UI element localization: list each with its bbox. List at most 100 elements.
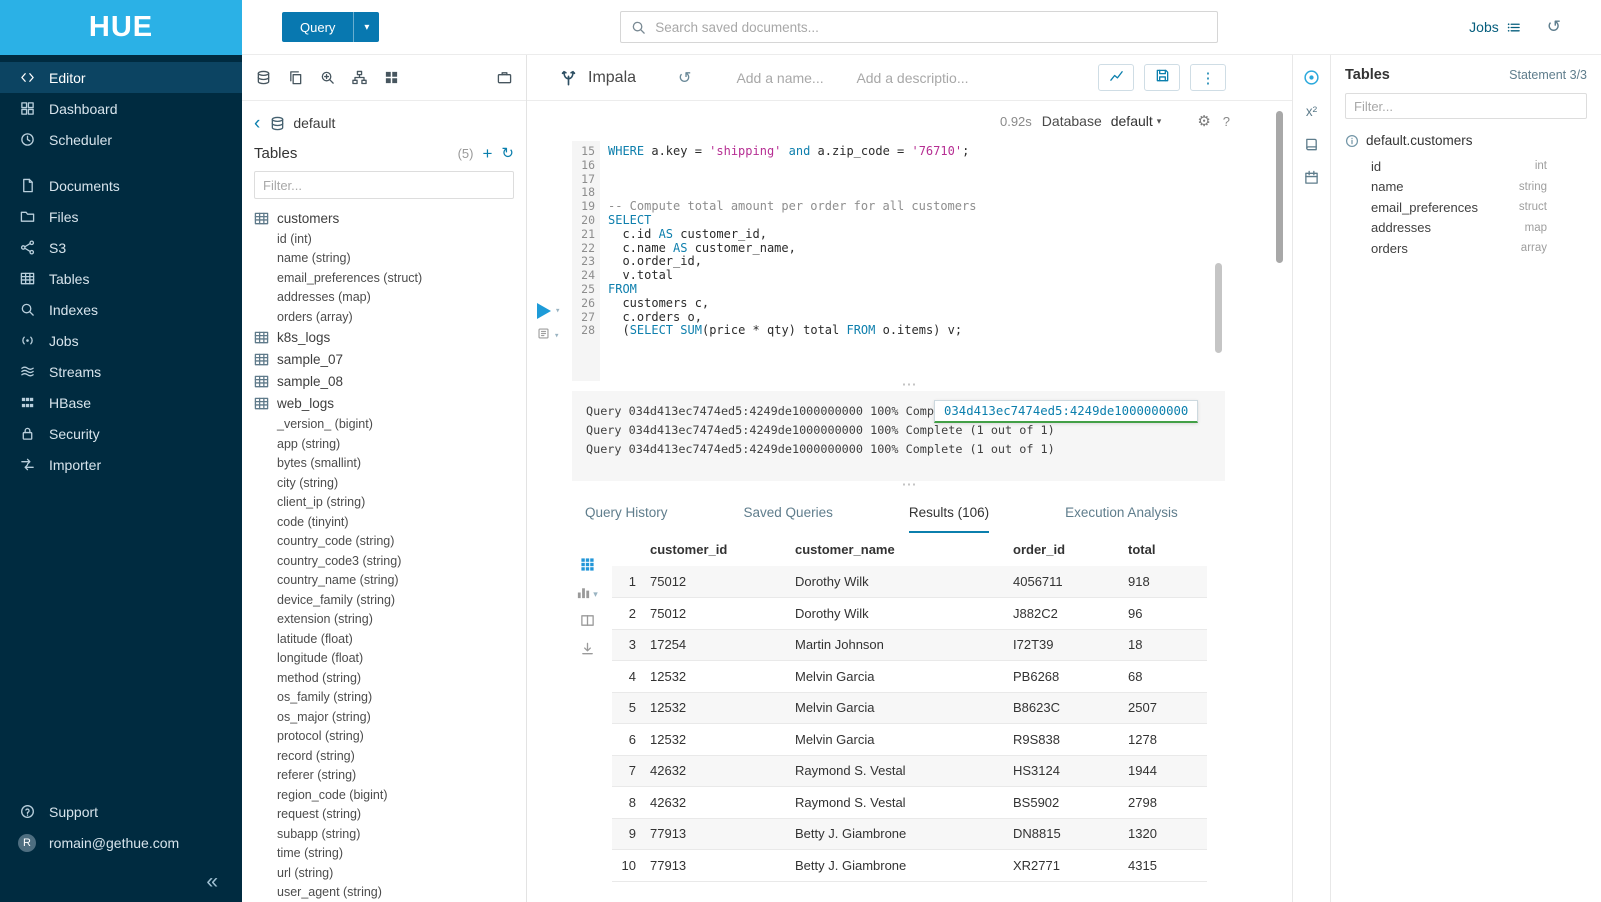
sql-editor[interactable]: 1516171819202122232425262728 WHERE a.key…	[527, 141, 1292, 381]
tab-saved-queries[interactable]: Saved Queries	[744, 493, 833, 533]
sidebar-item-documents[interactable]: Documents	[0, 170, 242, 201]
assist-column[interactable]: country_code3 (string)	[254, 551, 514, 571]
assist-column[interactable]: bytes (smallint)	[254, 454, 514, 474]
resize-handle[interactable]: ⋯	[527, 481, 1292, 491]
right-column-name[interactable]: namestring	[1371, 177, 1547, 198]
right-filter-input[interactable]	[1345, 93, 1587, 119]
copy-icon[interactable]	[288, 70, 303, 85]
query-description-input[interactable]	[856, 70, 974, 86]
right-column-id[interactable]: idint	[1371, 156, 1547, 177]
sidebar-item-dashboard[interactable]: Dashboard	[0, 93, 242, 124]
apps-icon[interactable]	[384, 70, 399, 85]
assist-column[interactable]: request (string)	[254, 805, 514, 825]
sidebar-item-tables[interactable]: Tables	[0, 263, 242, 294]
search-input[interactable]	[621, 12, 1217, 42]
assist-column[interactable]: city (string)	[254, 473, 514, 493]
database-breadcrumb[interactable]: default	[293, 115, 335, 131]
chart-icon[interactable]	[576, 585, 591, 600]
snippet-settings[interactable]: ▾	[537, 327, 560, 344]
sidebar-item-jobs[interactable]: Jobs	[0, 325, 242, 356]
assist-column[interactable]: referer (string)	[254, 766, 514, 786]
sidebar-item-scheduler[interactable]: Scheduler	[0, 124, 242, 155]
refresh-icon[interactable]: ↻	[501, 146, 514, 161]
resize-handle[interactable]: ⋯	[527, 381, 1292, 391]
column-header-total[interactable]: total	[1128, 533, 1207, 566]
columns-icon[interactable]	[580, 613, 595, 628]
sidebar-item-s3[interactable]: S3	[0, 232, 242, 263]
back-chevron-icon[interactable]: ‹	[254, 114, 260, 133]
assist-column[interactable]: id (int)	[254, 229, 514, 249]
target-icon[interactable]	[1303, 69, 1320, 86]
assist-table-web_logs[interactable]: web_logs	[254, 393, 514, 415]
query-dropdown-caret-icon[interactable]: ▾	[353, 12, 379, 42]
assist-table-k8s_logs[interactable]: k8s_logs	[254, 327, 514, 349]
sidebar-item-security[interactable]: Security	[0, 418, 242, 449]
code-lines[interactable]: WHERE a.key = 'shipping' and a.zip_code …	[600, 141, 1292, 381]
assist-column[interactable]: client_ip (string)	[254, 493, 514, 513]
column-header-order_id[interactable]: order_id	[1013, 533, 1128, 566]
add-table-icon[interactable]: +	[482, 145, 492, 162]
sidebar-item-editor[interactable]: Editor	[0, 62, 242, 93]
sidebar-item-user[interactable]: R romain@gethue.com	[0, 827, 242, 858]
assist-table-customers[interactable]: customers	[254, 207, 514, 229]
assist-column[interactable]: extension (string)	[254, 610, 514, 630]
assist-column[interactable]: country_name (string)	[254, 571, 514, 591]
assist-column[interactable]: record (string)	[254, 746, 514, 766]
assist-filter-input[interactable]	[254, 171, 514, 199]
assist-column[interactable]: addresses (map)	[254, 288, 514, 308]
sidebar-item-support[interactable]: Support	[0, 796, 242, 827]
chart-button[interactable]	[1098, 64, 1134, 91]
assist-column[interactable]: region_code (bigint)	[254, 785, 514, 805]
column-header-customer_id[interactable]: customer_id	[650, 533, 795, 566]
sidebar-collapse-button[interactable]: «	[0, 870, 242, 894]
assist-column[interactable]: name (string)	[254, 249, 514, 269]
assist-table-sample_07[interactable]: sample_07	[254, 349, 514, 371]
assist-column[interactable]: method (string)	[254, 668, 514, 688]
document-search[interactable]	[620, 11, 1218, 43]
editor-scrollbar[interactable]	[1215, 263, 1222, 353]
tab-results-106-[interactable]: Results (106)	[909, 493, 989, 533]
database-select[interactable]: default ▾	[1111, 113, 1162, 129]
global-history-icon[interactable]: ↺	[1547, 17, 1561, 37]
column-header-customer_name[interactable]: customer_name	[795, 533, 1013, 566]
briefcase-icon[interactable]	[497, 70, 512, 85]
hue-logo[interactable]: HUE	[0, 0, 242, 55]
right-column-email_preferences[interactable]: email_preferencesstruct	[1371, 197, 1547, 218]
assist-column[interactable]: device_family (string)	[254, 590, 514, 610]
sidebar-item-files[interactable]: Files	[0, 201, 242, 232]
sitemap-icon[interactable]	[352, 70, 367, 85]
zoom-icon[interactable]	[320, 70, 335, 85]
book-icon[interactable]	[1304, 137, 1319, 152]
chart-type-caret-icon[interactable]: ▾	[593, 589, 598, 600]
sidebar-item-hbase[interactable]: HBase	[0, 387, 242, 418]
help-icon[interactable]: ?	[1223, 114, 1230, 129]
assist-column[interactable]: app (string)	[254, 434, 514, 454]
query-history-icon[interactable]: ↺	[678, 68, 691, 88]
assist-column[interactable]: user_agent (string)	[254, 883, 514, 902]
save-button[interactable]	[1144, 64, 1180, 91]
assist-table-sample_08[interactable]: sample_08	[254, 371, 514, 393]
settings-gear-icon[interactable]: ⚙	[1197, 112, 1210, 130]
right-column-addresses[interactable]: addressesmap	[1371, 218, 1547, 239]
assist-column[interactable]: email_preferences (struct)	[254, 268, 514, 288]
assist-column[interactable]: longitude (float)	[254, 649, 514, 669]
sidebar-item-importer[interactable]: Importer	[0, 449, 242, 480]
assist-column[interactable]: latitude (float)	[254, 629, 514, 649]
active-table[interactable]: default.customers	[1345, 133, 1587, 148]
assist-column[interactable]: code (tinyint)	[254, 512, 514, 532]
tab-query-history[interactable]: Query History	[585, 493, 668, 533]
sidebar-item-streams[interactable]: Streams	[0, 356, 242, 387]
main-scrollbar[interactable]	[1276, 111, 1283, 263]
download-icon[interactable]	[580, 641, 595, 656]
assist-column[interactable]: time (string)	[254, 844, 514, 864]
databases-icon[interactable]	[256, 70, 271, 85]
more-button[interactable]: ⋮	[1190, 64, 1226, 91]
execute-options-caret-icon[interactable]: ▾	[555, 306, 560, 316]
calendar-icon[interactable]	[1304, 170, 1319, 185]
jobs-link[interactable]: Jobs	[1469, 19, 1521, 35]
grid-icon[interactable]	[580, 557, 595, 572]
assist-column[interactable]: _version_ (bigint)	[254, 415, 514, 435]
assist-column[interactable]: url (string)	[254, 863, 514, 883]
assist-column[interactable]: os_family (string)	[254, 688, 514, 708]
right-column-orders[interactable]: ordersarray	[1371, 238, 1547, 259]
